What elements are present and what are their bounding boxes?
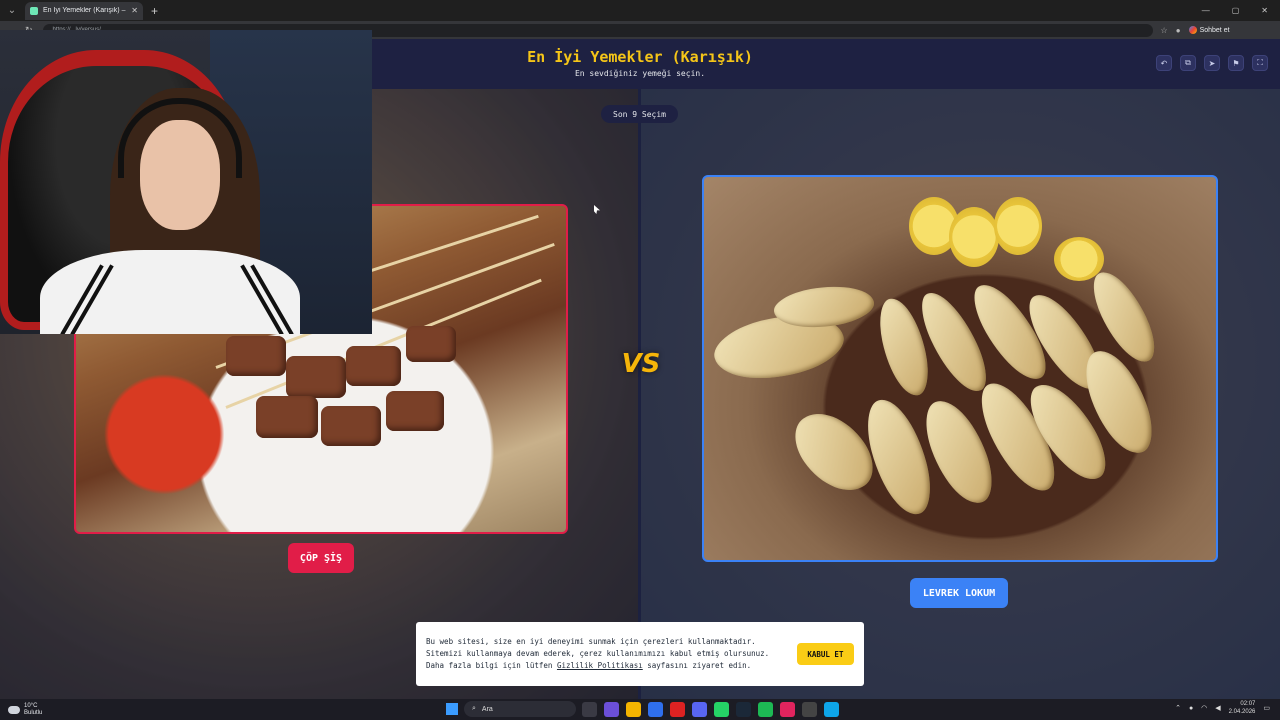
task-view-icon[interactable] bbox=[582, 702, 597, 717]
file-explorer-icon[interactable] bbox=[626, 702, 641, 717]
browser-tab[interactable]: En İyi Yemekler (Karışık) – Tier List ✕ bbox=[25, 1, 143, 20]
mic-icon[interactable]: ● bbox=[1189, 705, 1193, 712]
meat-piece bbox=[256, 396, 318, 438]
wifi-icon[interactable]: ◠ bbox=[1201, 704, 1207, 712]
header-actions: ↶ ⧉ ➤ ⚑ ⛶ bbox=[1156, 55, 1268, 71]
right-option-button[interactable]: LEVREK LOKUM bbox=[910, 578, 1008, 608]
edge-icon[interactable] bbox=[824, 702, 839, 717]
obs-icon[interactable] bbox=[802, 702, 817, 717]
window-controls: — ▢ ✕ bbox=[1202, 6, 1268, 15]
search-icon: ⌕ bbox=[472, 705, 476, 712]
cookie-text: Bu web sitesi, size en iyi deneyimi sunm… bbox=[426, 636, 781, 672]
vs-lightning-icon: VS bbox=[621, 349, 661, 379]
spotify-icon[interactable] bbox=[758, 702, 773, 717]
streamer-face bbox=[140, 120, 220, 230]
favicon-icon bbox=[30, 6, 38, 15]
chat-button[interactable]: Sohbet et bbox=[1188, 26, 1230, 34]
meat-piece bbox=[286, 356, 346, 398]
shirt-stripe bbox=[60, 264, 104, 334]
center-divider bbox=[638, 89, 641, 699]
streamer-shirt bbox=[40, 250, 300, 334]
lemon bbox=[949, 207, 999, 267]
shirt-stripe bbox=[250, 264, 294, 334]
undo-icon[interactable]: ↶ bbox=[1156, 55, 1172, 71]
windows-start-icon[interactable] bbox=[446, 703, 458, 715]
new-tab-icon[interactable]: + bbox=[151, 4, 158, 18]
flag-icon[interactable]: ⚑ bbox=[1228, 55, 1244, 71]
tab-title: En İyi Yemekler (Karışık) – Tier List bbox=[43, 7, 126, 14]
cloud-icon bbox=[8, 705, 20, 714]
clock-time: 02:07 bbox=[1240, 701, 1256, 707]
search-label: Ara bbox=[481, 705, 493, 713]
star-icon[interactable]: ☆ bbox=[1161, 26, 1168, 35]
discord-icon[interactable] bbox=[692, 702, 707, 717]
taskbar: 10°C Bulutlu ⌕ Ara ⌃ ● ◠ ◀ 02:07 2.04.20… bbox=[0, 699, 1280, 720]
webcam-overlay bbox=[0, 30, 372, 334]
copilot-icon bbox=[1188, 26, 1197, 34]
app-icon[interactable] bbox=[780, 702, 795, 717]
steam-icon[interactable] bbox=[736, 702, 751, 717]
browser-tab-bar: ⌄ En İyi Yemekler (Karışık) – Tier List … bbox=[0, 0, 1280, 21]
minimize-icon[interactable]: — bbox=[1202, 6, 1210, 15]
taskbar-apps bbox=[582, 702, 839, 717]
window-close-icon[interactable]: ✕ bbox=[1261, 6, 1268, 15]
notifications-icon[interactable]: ▭ bbox=[1263, 704, 1270, 712]
weather-widget[interactable]: 10°C Bulutlu bbox=[8, 703, 42, 717]
clock[interactable]: 02:07 2.04.2026 bbox=[1229, 700, 1256, 716]
shirt-stripe bbox=[240, 264, 284, 334]
weather-temp: 10°C bbox=[24, 702, 38, 709]
meat-piece bbox=[406, 326, 456, 362]
meat-piece bbox=[386, 391, 444, 431]
recent-choices-pill[interactable]: Son 9 Seçim bbox=[601, 105, 678, 123]
store-icon[interactable] bbox=[648, 702, 663, 717]
shirt-stripe bbox=[70, 264, 114, 334]
whatsapp-icon[interactable] bbox=[714, 702, 729, 717]
meat-piece bbox=[321, 406, 381, 446]
taskbar-search[interactable]: ⌕ Ara bbox=[464, 701, 576, 717]
copilot-app-icon[interactable] bbox=[604, 702, 619, 717]
copy-icon[interactable]: ⧉ bbox=[1180, 55, 1196, 71]
close-icon[interactable]: ✕ bbox=[131, 6, 138, 15]
profile-icon[interactable]: ● bbox=[1176, 26, 1181, 35]
opera-icon[interactable] bbox=[670, 702, 685, 717]
clock-date: 2.04.2026 bbox=[1228, 709, 1256, 715]
accept-cookies-button[interactable]: KABUL ET bbox=[796, 643, 854, 665]
send-icon[interactable]: ➤ bbox=[1204, 55, 1220, 71]
potato bbox=[994, 197, 1042, 255]
chat-label: Sohbet et bbox=[1199, 26, 1230, 34]
maximize-icon[interactable]: ▢ bbox=[1232, 6, 1240, 15]
left-option-button[interactable]: ÇÖP ŞİŞ bbox=[288, 543, 354, 573]
system-tray: ⌃ ● ◠ ◀ 02:07 2.04.2026 ▭ bbox=[1175, 700, 1270, 716]
volume-icon[interactable]: ◀ bbox=[1215, 704, 1220, 712]
cookie-text-part: sayfasını ziyaret edin. bbox=[642, 661, 752, 670]
cookie-banner: Bu web sitesi, size en iyi deneyimi sunm… bbox=[416, 622, 864, 686]
meat-piece bbox=[346, 346, 401, 386]
privacy-policy-link[interactable]: Gizlilik Politikası bbox=[557, 661, 643, 670]
weather-condition: Bulutlu bbox=[24, 709, 43, 716]
tab-list-icon[interactable]: ⌄ bbox=[3, 2, 21, 20]
right-option-image[interactable] bbox=[702, 175, 1218, 562]
fullscreen-icon[interactable]: ⛶ bbox=[1252, 55, 1268, 71]
chevron-up-icon[interactable]: ⌃ bbox=[1175, 704, 1181, 712]
meat-piece bbox=[226, 336, 286, 376]
